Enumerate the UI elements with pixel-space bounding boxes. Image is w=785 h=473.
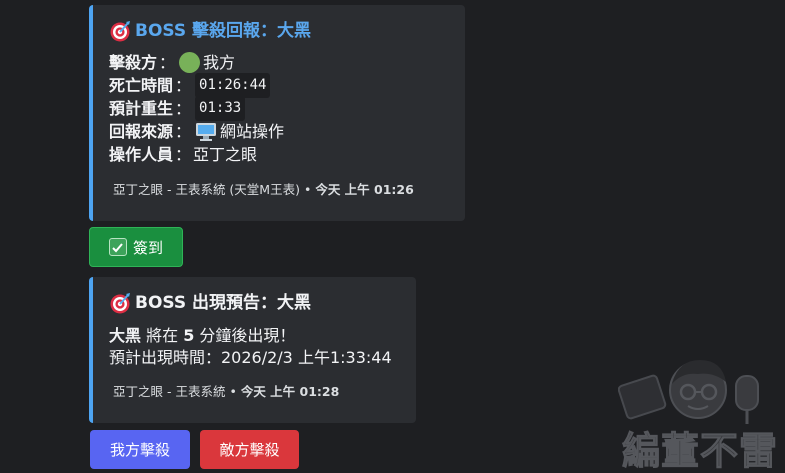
- footer-dot: •: [229, 384, 237, 399]
- kill-report-embed: BOSS 擊殺回報：大黑 擊殺方 ： 我方 死亡時間 ： 01:26:44 預計…: [89, 5, 465, 221]
- spawn-notice-title: BOSS 出現預告：大黑: [135, 293, 312, 313]
- green-circle-icon: [179, 52, 201, 73]
- footer-source: 亞丁之眼 - 王表系統: [113, 384, 226, 399]
- target-icon: [110, 293, 130, 314]
- field-label: 預計重生: [109, 99, 174, 118]
- field-label: 死亡時間: [109, 76, 174, 95]
- spawn-notice-line-2: 預計出現時間：2026/2/3 上午1:33:44: [109, 348, 392, 367]
- watermark-text: 編董不雷: [621, 429, 779, 473]
- field-label: 回報來源: [109, 122, 174, 141]
- field-separator: ：: [175, 76, 192, 95]
- kill-report-footer: 亞丁之眼 - 王表系統 (天堂M王表) • 今天 上午 01:26: [113, 182, 414, 198]
- spawn-notice-line-1: 大黑 將在 5 分鐘後出現！: [109, 325, 400, 347]
- checkin-label: 簽到: [132, 238, 163, 257]
- minutes-value: 5: [183, 326, 195, 345]
- field-separator: ：: [175, 122, 192, 141]
- field-value: 我方: [203, 53, 236, 72]
- field-operator: 操作人員 ： 亞丁之眼: [109, 143, 449, 166]
- field-value: 網站操作: [220, 122, 285, 141]
- checkmark-icon: [112, 242, 124, 252]
- field-respawn: 預計重生 ： 01:33: [109, 96, 449, 121]
- notice-text: 分鐘後出現！: [194, 326, 296, 345]
- spawn-notice-embed: BOSS 出現預告：大黑 大黑 將在 5 分鐘後出現！ 預計出現時間：2026/…: [89, 277, 416, 423]
- footer-dot: •: [303, 182, 312, 197]
- field-killer: 擊殺方 ： 我方: [109, 51, 449, 74]
- checkin-button[interactable]: 簽到: [89, 227, 183, 267]
- field-death-time: 死亡時間 ： 01:26:44: [109, 73, 449, 98]
- kill-report-fields: 擊殺方 ： 我方 死亡時間 ： 01:26:44 預計重生 ： 01:33 回報…: [109, 51, 449, 166]
- field-separator: ：: [175, 99, 192, 118]
- notice-text: 將在: [141, 326, 184, 345]
- field-value: 01:26:44: [195, 73, 271, 98]
- spawn-notice-title-row: BOSS 出現預告：大黑: [109, 291, 400, 315]
- chat-area: BOSS 擊殺回報：大黑 擊殺方 ： 我方 死亡時間 ： 01:26:44 預計…: [0, 0, 785, 473]
- field-separator: ：: [159, 53, 176, 72]
- watermark-logo: 編董不雷: [617, 352, 785, 473]
- field-label: 操作人員: [109, 145, 174, 164]
- footer-timestamp: 今天 上午 01:26: [315, 182, 414, 197]
- field-label: 擊殺方: [109, 53, 158, 72]
- field-value: 01:33: [195, 96, 246, 121]
- ally-kill-button[interactable]: 我方擊殺: [90, 430, 190, 469]
- kill-report-title: BOSS 擊殺回報：大黑: [135, 21, 312, 41]
- kill-report-title-row: BOSS 擊殺回報：大黑: [109, 19, 449, 43]
- boss-name: 大黑: [109, 326, 142, 345]
- check-box-icon: [108, 238, 127, 256]
- footer-source: 亞丁之眼 - 王表系統 (天堂M王表): [113, 182, 300, 197]
- spawn-notice-body: 大黑 將在 5 分鐘後出現！ 預計出現時間：2026/2/3 上午1:33:44: [109, 325, 400, 369]
- spawn-notice-footer: 亞丁之眼 - 王表系統 • 今天 上午 01:28: [113, 384, 339, 400]
- target-icon: [110, 21, 130, 42]
- footer-timestamp: 今天 上午 01:28: [240, 384, 340, 399]
- field-value: 亞丁之眼: [193, 145, 258, 164]
- enemy-kill-button[interactable]: 敵方擊殺: [200, 430, 299, 469]
- field-separator: ：: [175, 145, 192, 164]
- field-source: 回報來源 ： 網站操作: [109, 120, 449, 143]
- monitor-icon: [196, 122, 217, 141]
